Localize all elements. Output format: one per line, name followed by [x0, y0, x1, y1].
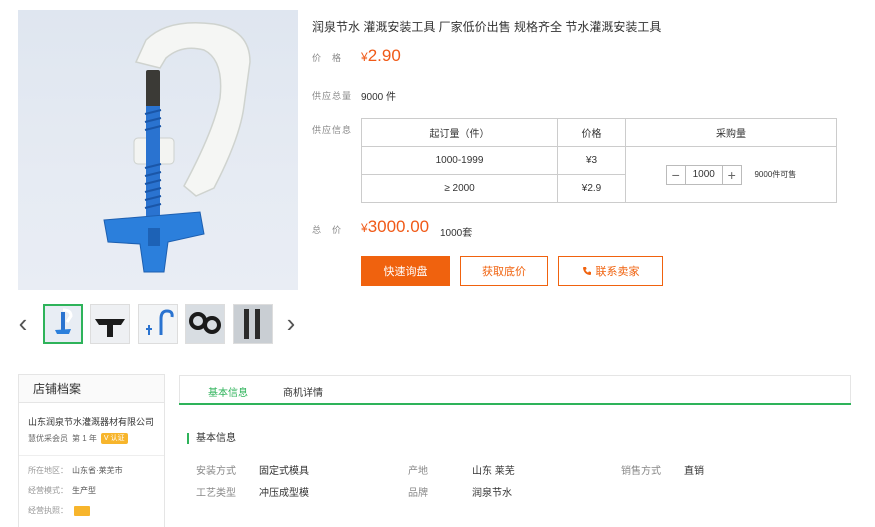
member-years: 第 1 年: [72, 434, 97, 443]
total-price: ¥3000.00: [361, 217, 429, 237]
shop-profile-header: 店铺档案: [19, 375, 164, 403]
supply-value: 9000 件: [361, 92, 397, 103]
col-purchase-qty: 采购量: [625, 118, 837, 147]
increase-button[interactable]: +: [721, 164, 742, 185]
attr-key-sales-method: 销售方式: [621, 466, 661, 477]
shop-license-row: 经营执照：: [28, 505, 90, 516]
supply-info-label: 供应信息: [312, 125, 353, 135]
table-row: 1000-1999 ¥3 − 1000 + 9000件可售: [361, 146, 837, 203]
tier-price: ¥3: [557, 146, 626, 175]
quantity-input[interactable]: 1000: [685, 164, 722, 185]
thumbnail-strip: ‹ ›: [14, 302, 304, 346]
total-label: 总 价: [312, 225, 343, 235]
shop-divider: [19, 455, 164, 456]
attr-value-process-type: 冲压成型模: [259, 488, 309, 499]
thumbnail-5[interactable]: [233, 304, 273, 344]
thumbnail-next-arrow-icon[interactable]: ›: [282, 308, 300, 338]
tab-underline: [179, 403, 851, 405]
attr-key-brand: 品牌: [408, 488, 428, 499]
tab-opportunity-details[interactable]: 商机详情: [283, 384, 323, 399]
product-title: 润泉节水 灌溉安装工具 厂家低价出售 规格齐全 节水灌溉安装工具: [312, 20, 662, 34]
shop-membership: 慧优采会员 第 1 年 V 认证: [28, 433, 128, 444]
verified-badge: V 认证: [100, 433, 128, 444]
stakes-thumbnail-icon: [234, 305, 272, 343]
col-price: 价格: [557, 118, 626, 147]
tier-price: ¥2.9: [557, 174, 626, 203]
member-type: 慧优采会员: [28, 434, 68, 443]
get-lowest-price-button[interactable]: 获取底价: [460, 256, 548, 286]
phone-icon: [582, 267, 591, 275]
table-header-row: 起订量（件） 价格 采购量: [361, 118, 837, 147]
unit-price: ¥2.90: [361, 46, 401, 66]
total-currency: ¥: [361, 221, 368, 235]
attr-key-origin: 产地: [408, 466, 428, 477]
thumbnail-2[interactable]: [90, 304, 130, 344]
tab-basic-info[interactable]: 基本信息: [208, 384, 248, 399]
business-model-key: 经营模式：: [28, 486, 68, 495]
attr-value-brand: 润泉节水: [472, 488, 512, 499]
quick-inquiry-button[interactable]: 快速询盘: [361, 256, 450, 286]
thumbnail-4[interactable]: [185, 304, 225, 344]
contact-seller-button[interactable]: 联系卖家: [558, 256, 663, 286]
available-stock: 9000件可售: [754, 170, 797, 179]
quantity-stepper: − 1000 +: [665, 164, 742, 185]
clamp-tool-illustration: [103, 21, 251, 273]
attr-value-install-method: 固定式模具: [259, 466, 309, 477]
hook-thumbnail-icon: [139, 305, 177, 343]
decrease-button[interactable]: −: [665, 164, 686, 185]
detail-tab-bar: 基本信息 商机详情: [179, 375, 851, 405]
price-value: 2.90: [367, 46, 401, 65]
tier-qty: 1000-1999: [361, 146, 558, 175]
attr-key-process-type: 工艺类型: [196, 488, 236, 499]
shop-business-model-row: 经营模式： 生产型: [28, 485, 96, 496]
thumbnail-1[interactable]: [43, 304, 83, 344]
tee-fitting-thumbnail-icon: [91, 305, 129, 343]
shop-location-row: 所在地区： 山东省·莱芜市: [28, 465, 123, 476]
tier-qty: ≥ 2000: [361, 174, 558, 203]
shop-profile-panel: 店铺档案 山东润泉节水灌溉器材有限公司 慧优采会员 第 1 年 V 认证 所在地…: [18, 374, 165, 527]
supply-label: 供应总量: [312, 91, 353, 101]
rings-thumbnail-icon: [186, 305, 224, 343]
total-value: 3000.00: [367, 217, 430, 236]
license-key: 经营执照：: [28, 506, 68, 515]
product-main-image[interactable]: [18, 10, 298, 290]
attr-key-install-method: 安装方式: [196, 466, 236, 477]
total-unit: 1000套: [440, 228, 473, 239]
price-label: 价 格: [312, 53, 343, 63]
location-key: 所在地区：: [28, 466, 68, 475]
shop-name-link[interactable]: 山东润泉节水灌溉器材有限公司: [28, 415, 154, 428]
price-tier-table: 起订量（件） 价格 采购量 1000-1999 ¥3 − 1000 + 9000…: [361, 118, 837, 203]
quantity-cell: − 1000 + 9000件可售: [625, 146, 837, 203]
col-min-order: 起订量（件）: [361, 118, 558, 147]
location-value: 山东省·莱芜市: [72, 466, 123, 475]
clamp-thumbnail-icon: [45, 306, 81, 342]
basic-info-section-title: 基本信息: [187, 433, 236, 444]
business-model-value: 生产型: [72, 486, 96, 495]
thumbnail-3[interactable]: [138, 304, 178, 344]
license-badge-icon[interactable]: [74, 505, 90, 516]
attr-value-sales-method: 直销: [684, 466, 704, 477]
contact-seller-label: 联系卖家: [595, 266, 640, 278]
attr-value-origin: 山东 莱芜: [472, 466, 515, 477]
thumbnail-prev-arrow-icon[interactable]: ‹: [14, 308, 32, 338]
price-currency: ¥: [361, 50, 368, 64]
